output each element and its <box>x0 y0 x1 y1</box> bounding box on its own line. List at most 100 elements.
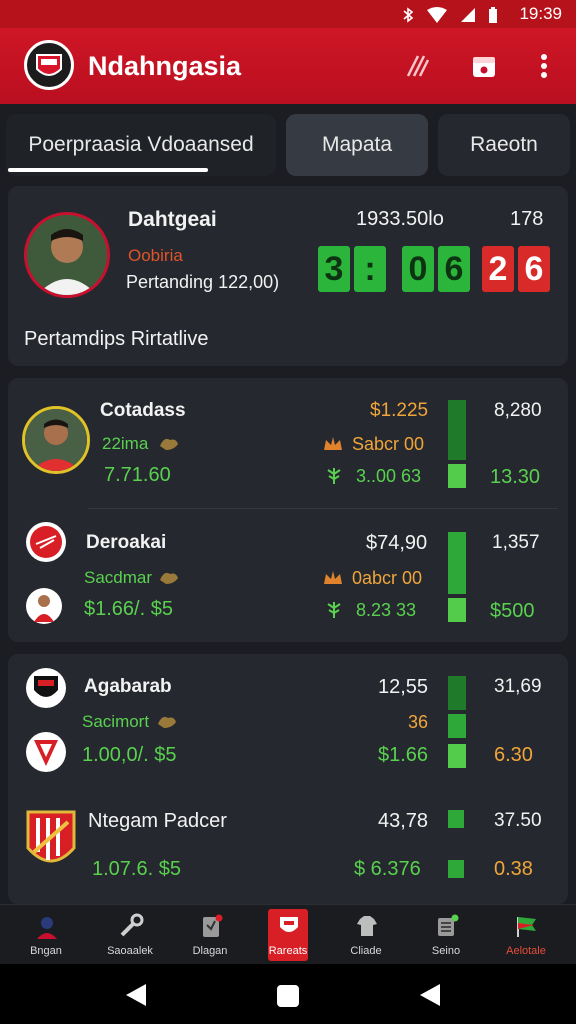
tab-label: Mapata <box>321 133 393 156</box>
home-icon[interactable] <box>276 984 300 1008</box>
club-logo[interactable] <box>24 40 74 90</box>
tab-raeotn[interactable]: Raeotn <box>438 114 570 176</box>
nav-item-seino[interactable]: Seino <box>410 905 482 965</box>
score-digit: 6 <box>518 246 550 292</box>
mid-label: 0abcr 00 <box>352 568 423 588</box>
price: 12,55 <box>378 676 429 698</box>
tab-label: Poerpraasia Vdoaansed <box>28 133 254 156</box>
leaf-icon <box>327 468 341 484</box>
shield-icon <box>280 917 298 932</box>
nav-item-search[interactable]: Saoaalek <box>94 905 166 965</box>
featured-status: Oobiria <box>128 246 183 265</box>
calendar-icon[interactable] <box>470 52 498 80</box>
wrench-icon <box>120 913 144 937</box>
player-thumb <box>26 588 62 624</box>
score-digit: 6 <box>438 246 470 292</box>
team-value: $1.66/. $5 <box>84 598 173 620</box>
team-sub: Sacdmar <box>84 568 153 587</box>
nav-label: Saoaalek <box>107 945 153 957</box>
price-secondary: 31,69 <box>494 676 542 697</box>
more-vert-icon[interactable] <box>530 52 558 80</box>
nav-item-dlagan[interactable]: Dlagan <box>174 905 246 965</box>
flag-icon <box>517 917 536 937</box>
tab-primary[interactable]: Poerpraasia Vdoaansed <box>6 114 276 176</box>
team-name[interactable]: Cotadass <box>100 400 186 422</box>
price: $1.225 <box>370 400 429 421</box>
hand-icon <box>160 438 178 450</box>
price: $74,90 <box>366 532 428 554</box>
team-sub: 22ima <box>102 434 149 453</box>
nav-item-aelotale[interactable]: Aelotale <box>490 905 562 965</box>
nav-label: Dlagan <box>192 945 228 957</box>
mid-label: Sabcr 00 <box>352 434 425 454</box>
price-secondary: 8,280 <box>494 400 542 421</box>
clock: 19:39 <box>519 4 562 23</box>
score-separator: : <box>354 246 386 292</box>
row-divider <box>88 508 558 509</box>
list-icon <box>438 914 459 936</box>
tab-bar: Poerpraasia Vdoaansed Mapata Raeotn <box>0 104 576 188</box>
nav-label: Cliade <box>350 945 382 957</box>
featured-stat-a: 1933.50lo <box>356 208 444 230</box>
nav-label: Aelotale <box>506 945 546 957</box>
team-badge <box>26 732 66 772</box>
mid-value: $ 6.376 <box>354 858 421 880</box>
stat-bar <box>448 676 466 710</box>
match-group-card: Agabarab Sacimort 1.00,0/. $5 12,55 36 $… <box>8 654 568 904</box>
profile-icon <box>37 917 57 939</box>
player-avatar <box>22 406 90 474</box>
team-sub: Sacimort <box>82 712 150 731</box>
app-bar: Ndahngasia <box>0 28 576 104</box>
stat-bar <box>448 532 466 594</box>
team-name[interactable]: Ntegam Padcer <box>88 810 227 833</box>
tab-mapata[interactable]: Mapata <box>286 114 428 176</box>
right-value: 0.38 <box>494 858 533 880</box>
team-value: 1.07.6. $5 <box>92 858 181 880</box>
active-tab-indicator <box>8 168 208 172</box>
nav-item-rareats[interactable]: Rareats <box>252 905 324 965</box>
right-value: $500 <box>490 600 535 622</box>
recents-icon[interactable] <box>418 982 442 1008</box>
shield-icon <box>36 54 62 76</box>
mid-label: 36 <box>408 712 429 732</box>
nav-label: Rareats <box>268 945 308 957</box>
status-bar: 19:39 <box>0 0 576 28</box>
team-crest <box>24 808 78 878</box>
team-badge <box>26 522 66 562</box>
stat-bar <box>448 598 466 622</box>
stat-bar <box>448 400 466 460</box>
nav-item-home[interactable]: Bngan <box>10 905 82 965</box>
mid-value: 8.23 33 <box>356 600 417 620</box>
score-digit: 3 <box>318 246 350 292</box>
score-digit: 2 <box>482 246 514 292</box>
team-name[interactable]: Agabarab <box>84 676 172 698</box>
right-value: 13.30 <box>490 466 541 488</box>
right-value: 6.30 <box>494 744 533 766</box>
featured-stat-b: 178 <box>510 208 544 230</box>
mid-value: 3..00 63 <box>356 466 422 486</box>
nav-item-cliade[interactable]: Cliade <box>330 905 402 965</box>
team-value: 1.00,0/. $5 <box>82 744 177 766</box>
featured-card[interactable]: Dahtgeai Oobiria Pertanding 122,00) 1933… <box>8 186 568 366</box>
back-icon[interactable] <box>124 982 148 1008</box>
featured-detail: Pertanding 122,00) <box>126 272 280 292</box>
pen-icon[interactable] <box>404 52 432 80</box>
app-title: Ndahngasia <box>88 51 242 81</box>
nav-label: Bngan <box>30 945 62 957</box>
status-icons <box>402 6 498 24</box>
shirt-icon <box>357 916 377 936</box>
signal-icon <box>461 8 475 22</box>
price-secondary: 1,357 <box>492 532 540 553</box>
team-badge <box>26 668 66 708</box>
bottom-navigation: Bngan Saoaalek Dlagan Rareats Cliade Sei… <box>0 904 576 964</box>
crown-icon <box>324 571 342 584</box>
price-secondary: 37.50 <box>494 810 542 831</box>
hand-icon <box>158 716 176 728</box>
team-name[interactable]: Deroakai <box>86 532 166 554</box>
price: 43,78 <box>378 810 429 832</box>
mid-value: $1.66 <box>378 744 429 766</box>
featured-footer[interactable]: Pertamdips Rirtatlive <box>24 328 209 351</box>
stat-bar <box>448 860 464 878</box>
nav-label: Seino <box>431 945 461 957</box>
battery-icon <box>489 7 497 23</box>
